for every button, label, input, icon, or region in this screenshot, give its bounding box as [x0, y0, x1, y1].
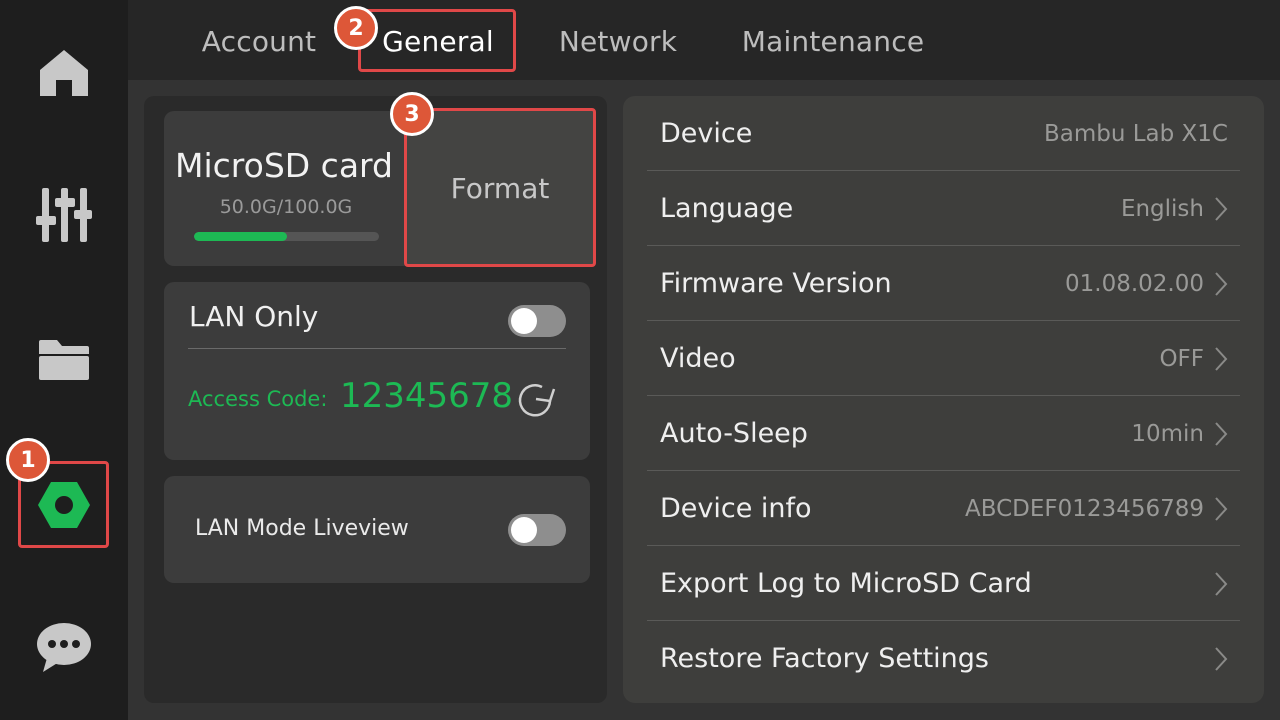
tab-bar: Account General Network Maintenance — [128, 0, 1280, 80]
sidebar-item-files[interactable] — [0, 315, 128, 405]
sidebar-item-controls[interactable] — [0, 170, 128, 260]
settings-row-auto-sleep[interactable]: Auto-Sleep 10min — [647, 396, 1240, 471]
settings-row-language[interactable]: Language English — [647, 171, 1240, 246]
chevron-right-icon — [1215, 496, 1228, 521]
access-code-label: Access Code: — [188, 387, 328, 411]
settings-row-value: Bambu Lab X1C — [1043, 120, 1228, 147]
sliders-icon — [36, 188, 92, 242]
highlight-general-tab — [358, 9, 516, 72]
annotation-badge-2: 2 — [334, 6, 378, 50]
tab-account[interactable]: Account — [188, 12, 330, 70]
access-code-value: 12345678 — [340, 376, 514, 416]
sidebar-item-messages[interactable] — [0, 603, 128, 693]
storage-usage-fill — [194, 232, 287, 241]
settings-row-label: Video — [660, 343, 736, 374]
lan-only-label: LAN Only — [189, 300, 319, 333]
sidebar-item-home[interactable] — [0, 28, 128, 118]
settings-row-export-log[interactable]: Export Log to MicroSD Card — [647, 546, 1240, 621]
lan-only-toggle[interactable] — [508, 305, 566, 337]
lan-only-toggle-knob — [511, 308, 537, 334]
chevron-right-icon — [1215, 196, 1228, 221]
refresh-icon — [518, 384, 556, 417]
highlight-format-button — [404, 108, 596, 267]
settings-row-device: Device Bambu Lab X1C — [647, 96, 1240, 171]
settings-row-label: Language — [660, 193, 794, 224]
settings-row-label: Firmware Version — [660, 268, 892, 299]
settings-row-value: 10min — [1131, 420, 1204, 447]
folder-icon — [39, 340, 89, 380]
tab-maintenance[interactable]: Maintenance — [738, 12, 928, 70]
settings-row-label: Device info — [660, 493, 812, 524]
settings-row-video[interactable]: Video OFF — [647, 321, 1240, 396]
settings-row-restore-factory[interactable]: Restore Factory Settings — [647, 621, 1240, 696]
chevron-right-icon — [1215, 271, 1228, 296]
annotation-badge-1: 1 — [6, 438, 50, 482]
sidebar — [0, 0, 128, 720]
microsd-usage: 50.0G/100.0G — [219, 196, 353, 218]
chevron-right-icon — [1215, 646, 1228, 671]
chevron-right-icon — [1215, 571, 1228, 596]
chat-icon — [37, 623, 91, 672]
settings-row-firmware[interactable]: Firmware Version 01.08.02.00 — [647, 246, 1240, 321]
settings-row-label: Auto-Sleep — [660, 418, 808, 449]
settings-row-value: OFF — [1159, 345, 1204, 372]
settings-row-label: Restore Factory Settings — [660, 643, 989, 674]
chevron-right-icon — [1215, 346, 1228, 371]
storage-usage-bar — [194, 232, 379, 241]
liveview-toggle-knob — [511, 517, 537, 543]
settings-row-value: ABCDEF0123456789 — [965, 495, 1204, 522]
refresh-access-code-button[interactable] — [512, 379, 556, 419]
tab-network[interactable]: Network — [548, 12, 688, 70]
microsd-title: MicroSD card — [175, 146, 393, 185]
liveview-toggle[interactable] — [508, 514, 566, 546]
lan-divider — [188, 348, 566, 349]
settings-row-label: Export Log to MicroSD Card — [660, 568, 1032, 599]
settings-row-value: English — [1120, 195, 1204, 222]
settings-row-device-info[interactable]: Device info ABCDEF0123456789 — [647, 471, 1240, 546]
settings-row-value: 01.08.02.00 — [1065, 270, 1204, 297]
chevron-right-icon — [1215, 421, 1228, 446]
annotation-badge-3: 3 — [390, 92, 434, 136]
settings-row-label: Device — [660, 118, 753, 149]
liveview-label: LAN Mode Liveview — [195, 516, 409, 541]
home-icon — [40, 50, 88, 96]
